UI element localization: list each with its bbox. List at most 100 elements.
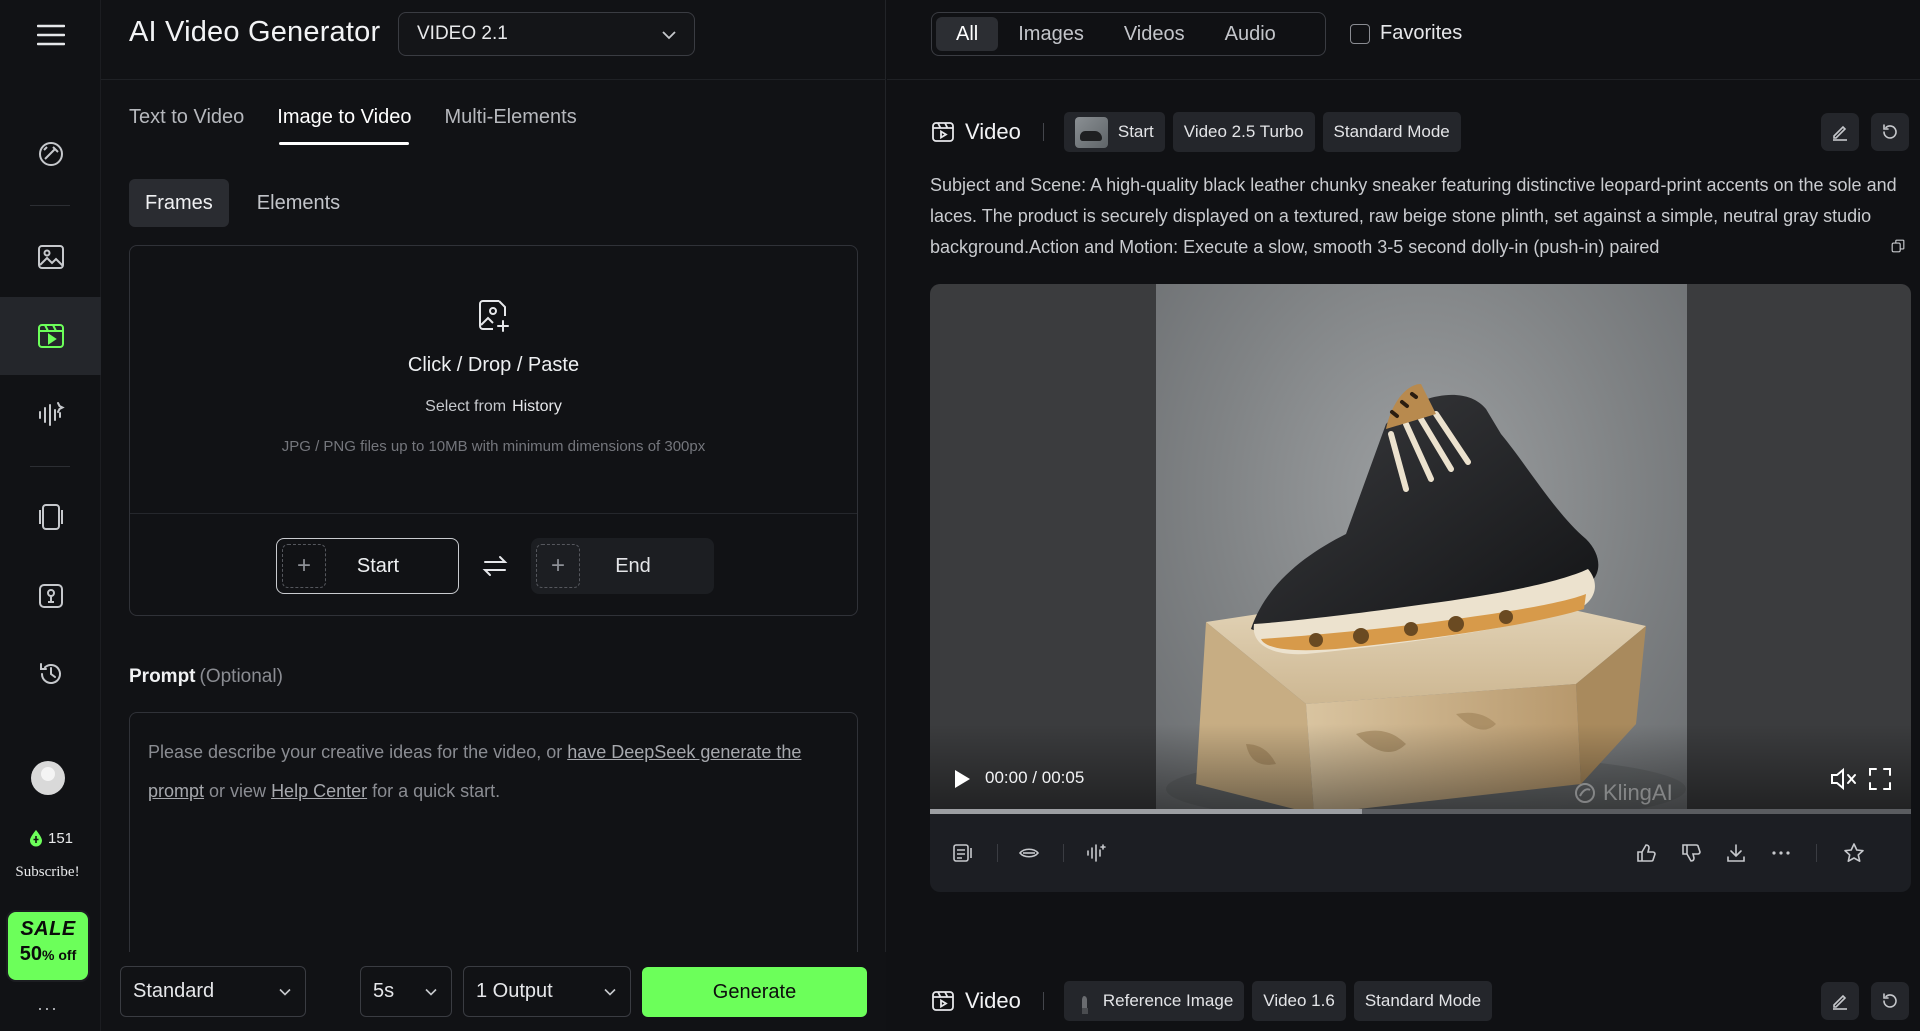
sidebar-item-image[interactable] xyxy=(0,239,101,275)
thumbs-up-icon[interactable] xyxy=(1635,842,1657,864)
chip-start-frame[interactable]: Start xyxy=(1063,112,1165,152)
chip-mode: Standard Mode xyxy=(1322,112,1461,152)
chip-reference-image[interactable]: Reference Image xyxy=(1063,981,1245,1021)
plus-icon: + xyxy=(536,544,580,588)
sidebar-item-explore[interactable] xyxy=(0,136,101,172)
extend-video-icon[interactable] xyxy=(952,842,974,864)
video-icon xyxy=(932,991,954,1011)
outputs-select[interactable]: 1 Output xyxy=(463,966,631,1017)
media-filter: All Images Videos Audio xyxy=(931,12,1326,56)
edit-button[interactable] xyxy=(1821,113,1859,151)
quality-select[interactable]: Standard xyxy=(120,966,306,1017)
start-frame-button[interactable]: + Start xyxy=(276,538,459,594)
quality-select-value: Standard xyxy=(133,980,215,1002)
video-player[interactable]: 00:00 / 00:05 KlingAI xyxy=(930,284,1911,892)
tab-multi-elements[interactable]: Multi-Elements xyxy=(444,106,576,145)
add-sound-icon[interactable] xyxy=(1085,842,1107,864)
panel-header: AI Video Generator VIDEO 2.1 xyxy=(101,0,886,80)
sale-badge[interactable]: SALE 50% off xyxy=(6,910,90,982)
time-readout: 00:00 / 00:05 xyxy=(985,768,1085,787)
thumbs-down-icon[interactable] xyxy=(1680,842,1702,864)
prompt-label: Prompt (Optional) xyxy=(129,666,283,687)
end-frame-button[interactable]: + End xyxy=(531,538,714,594)
subtab-frames[interactable]: Frames xyxy=(129,179,229,227)
sidebar: 151 Subscribe! SALE 50% off ··· xyxy=(0,0,101,1031)
subtab-elements[interactable]: Elements xyxy=(241,179,356,227)
filter-all[interactable]: All xyxy=(936,17,999,51)
generate-bar: Standard 5s 1 Output Generate xyxy=(101,952,886,1031)
sidebar-item-history[interactable] xyxy=(0,656,101,692)
time-current: 00:00 xyxy=(985,768,1028,787)
fullscreen-icon[interactable] xyxy=(1867,766,1893,792)
favorites-checkbox[interactable]: Favorites xyxy=(1350,22,1462,45)
results-panel: All Images Videos Audio Favorites Video … xyxy=(887,0,1920,1031)
swap-icon[interactable] xyxy=(482,553,508,579)
element-icon xyxy=(38,584,63,608)
sale-label: SALE xyxy=(20,918,76,940)
model-select-value: VIDEO 2.1 xyxy=(417,23,508,44)
filter-images[interactable]: Images xyxy=(998,17,1104,51)
result-card-header: Video Reference Image Video 1.6 Standard… xyxy=(931,981,1500,1021)
audio-wave-icon xyxy=(38,402,65,426)
result-type-label: Video xyxy=(965,988,1021,1013)
lip-sync-icon[interactable] xyxy=(1018,842,1040,864)
input-subtabs: Frames Elements xyxy=(129,179,356,227)
model-select[interactable]: VIDEO 2.1 xyxy=(398,12,695,56)
generate-button[interactable]: Generate xyxy=(642,967,867,1017)
history-icon xyxy=(39,663,61,684)
avatar[interactable] xyxy=(31,761,65,795)
chevron-down-icon xyxy=(279,988,291,996)
history-link[interactable]: History xyxy=(512,398,562,415)
download-icon[interactable] xyxy=(1725,842,1747,864)
favorites-label: Favorites xyxy=(1380,22,1463,44)
kling-logo-icon xyxy=(1575,783,1595,803)
image-upload-dropzone[interactable]: Click / Drop / Paste Select from History … xyxy=(129,245,858,616)
more-menu-button[interactable]: ··· xyxy=(0,998,95,1019)
filter-videos[interactable]: Videos xyxy=(1104,17,1205,51)
upload-title: Click / Drop / Paste xyxy=(407,354,580,376)
chevron-down-icon xyxy=(662,31,676,40)
filter-audio[interactable]: Audio xyxy=(1205,17,1296,51)
prompt-textarea[interactable]: Please describe your creative ideas for … xyxy=(129,712,858,952)
copy-icon[interactable] xyxy=(1884,235,1906,257)
chevron-down-icon xyxy=(425,988,437,996)
subscribe-link[interactable]: Subscribe! xyxy=(0,864,95,881)
upload-divider xyxy=(130,513,857,514)
tab-image-to-video[interactable]: Image to Video xyxy=(277,106,411,145)
duration-select[interactable]: 5s xyxy=(360,966,452,1017)
tab-text-to-video[interactable]: Text to Video xyxy=(129,106,244,145)
mute-icon[interactable] xyxy=(1829,766,1857,792)
watermark: KlingAI xyxy=(1573,780,1673,806)
credits-count[interactable]: 151 xyxy=(0,829,101,847)
video-toolbar xyxy=(930,814,1911,892)
upload-hint: JPG / PNG files up to 10MB with minimum … xyxy=(281,438,706,455)
sidebar-item-assets[interactable] xyxy=(0,499,101,535)
sidebar-item-elements[interactable] xyxy=(0,578,101,614)
edit-icon xyxy=(1833,994,1847,1010)
play-icon[interactable] xyxy=(952,768,972,790)
edit-icon xyxy=(1833,125,1847,141)
generator-panel: AI Video Generator VIDEO 2.1 Text to Vid… xyxy=(101,0,886,1031)
start-frame-thumbnail xyxy=(1074,116,1108,148)
video-viewport[interactable]: 00:00 / 00:05 KlingAI xyxy=(930,284,1911,814)
chip-model: Video 2.5 Turbo xyxy=(1172,112,1315,152)
star-icon[interactable] xyxy=(1843,842,1865,864)
more-options-icon[interactable] xyxy=(1770,842,1792,864)
sidebar-item-audio[interactable] xyxy=(0,396,101,432)
result-type-label: Video xyxy=(965,119,1021,144)
add-image-icon xyxy=(479,300,509,332)
refresh-icon xyxy=(1883,993,1897,1008)
menu-icon[interactable] xyxy=(0,14,101,56)
credit-drop-icon xyxy=(29,830,42,847)
divider xyxy=(1042,123,1044,141)
time-total: 00:05 xyxy=(1041,768,1085,787)
header-divider xyxy=(887,79,1920,80)
edit-button[interactable] xyxy=(1821,982,1859,1020)
help-center-link[interactable]: Help Center xyxy=(271,781,367,801)
image-icon xyxy=(37,245,64,269)
sidebar-divider xyxy=(30,205,70,206)
regenerate-button[interactable] xyxy=(1871,113,1909,151)
regenerate-button[interactable] xyxy=(1871,982,1909,1020)
toolbar-divider xyxy=(1816,844,1817,862)
checkbox-box xyxy=(1350,23,1370,44)
